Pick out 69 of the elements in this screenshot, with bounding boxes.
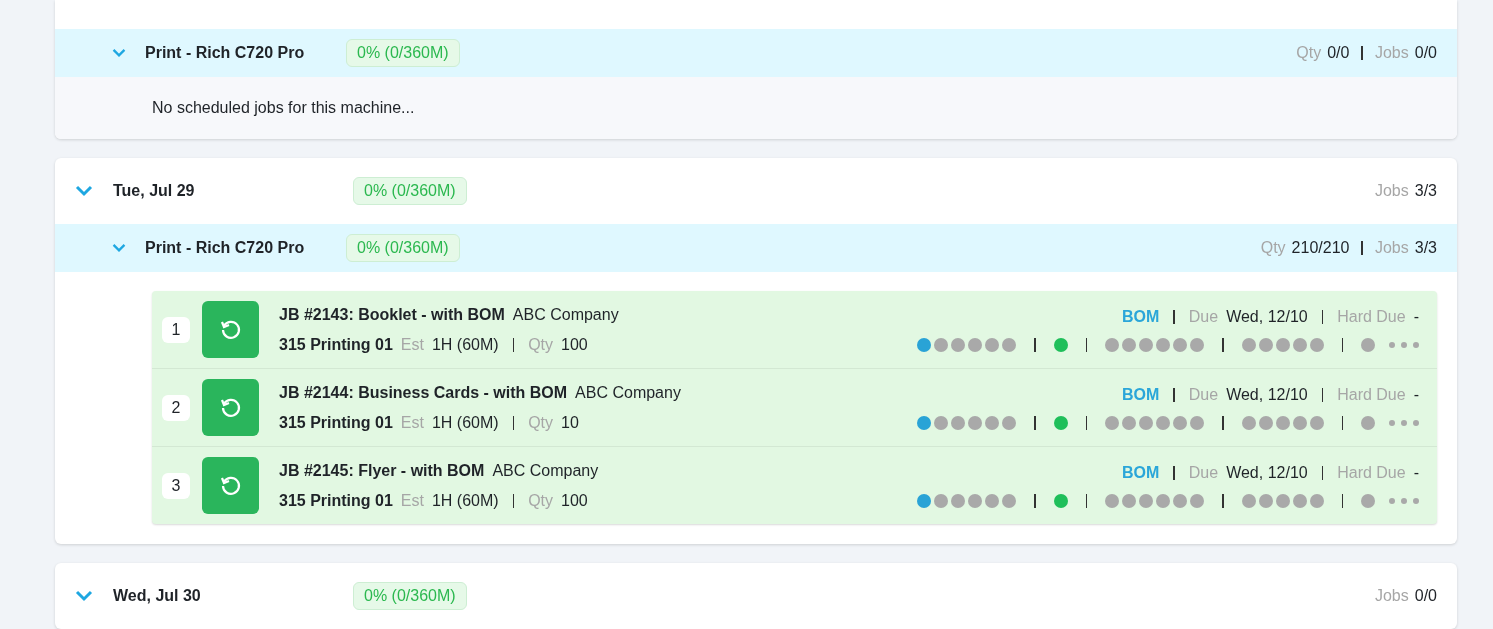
qty-value: 100 [561,335,588,354]
hard-due-value: - [1413,307,1419,326]
more-icon[interactable] [1389,341,1419,348]
qty-label: Qty [528,335,554,354]
jobs-label: Jobs [1374,587,1409,605]
company-name: ABC Company [512,305,619,324]
chevron-icon[interactable] [112,48,126,58]
est-value: 1H (60M) [431,335,499,354]
hard-due-label: Hard Due [1337,307,1406,326]
jobs-count: 3/3 [1414,239,1437,257]
more-icon[interactable] [1389,419,1419,426]
qty-count: 0/0 [1327,44,1350,62]
jobs-count: 0/0 [1414,587,1437,605]
qty-label: Qty [528,413,554,432]
machine-title: Print - Rich C720 Pro [145,239,306,257]
hard-due-label: Hard Due [1337,463,1406,482]
qty-value: 100 [561,491,588,510]
day-title: Tue, Jul 29 [113,182,196,200]
due-date: Wed, 12/10 [1226,307,1308,326]
utilization-badge: 0% (0/360M) [346,234,460,262]
machine-title: Print - Rich C720 Pro [145,44,306,62]
qty-label: Qty [1296,44,1322,62]
utilization-badge: 0% (0/360M) [346,39,460,67]
machine-name: 315 Printing 01 [279,413,393,432]
jobs-count: 3/3 [1414,182,1437,200]
hard-due-value: - [1413,463,1419,482]
jobs-count: 0/0 [1414,44,1437,62]
chevron-icon[interactable] [75,590,93,602]
jobs-label: Jobs [1374,182,1409,200]
due-date: Wed, 12/10 [1226,463,1308,482]
machine-name: 315 Printing 01 [279,491,393,510]
qty-value: 10 [561,413,579,432]
company-name: ABC Company [575,383,681,402]
job-title[interactable]: JB #2143: Booklet - with BOM [279,305,505,324]
est-value: 1H (60M) [431,491,499,510]
est-label: Est [400,335,424,354]
est-label: Est [400,491,424,510]
qty-label: Qty [1260,239,1286,257]
hard-due-label: Hard Due [1337,385,1406,404]
qty-count: 210/210 [1291,239,1350,257]
utilization-badge: 0% (0/360M) [353,582,467,610]
machine-row[interactable]: Print - Rich C720 Pro 0% (0/360M) Qty 210/210 Jobs 3/3 [55,224,1457,272]
empty-message: No scheduled jobs for this machine... [55,77,1457,139]
job-number: 2 [162,394,190,421]
refresh-icon[interactable] [202,457,259,514]
refresh-icon[interactable] [202,379,259,436]
refresh-icon[interactable] [202,301,259,358]
company-name: ABC Company [492,461,599,480]
chevron-icon[interactable] [112,243,126,253]
est-label: Est [400,413,424,432]
machine-row[interactable]: Print - Rich C720 Pro 0% (0/360M) Qty 0/0 Jobs 0/0 [55,29,1457,77]
job-number: 3 [162,472,190,499]
chevron-icon[interactable] [75,185,93,197]
jobs-label: Jobs [1374,44,1409,62]
due-label: Due [1188,385,1219,404]
jobs-label: Jobs [1374,239,1409,257]
qty-label: Qty [528,491,554,510]
day-title: Wed, Jul 30 [113,587,202,605]
due-label: Due [1188,307,1219,326]
due-label: Due [1188,463,1219,482]
more-icon[interactable] [1389,497,1419,504]
utilization-badge: 0% (0/360M) [353,177,467,205]
job-number: 1 [162,316,190,343]
machine-name: 315 Printing 01 [279,335,393,354]
est-value: 1H (60M) [431,413,499,432]
job-title[interactable]: JB #2144: Business Cards - with BOM [279,383,568,402]
hard-due-value: - [1413,385,1419,404]
job-title[interactable]: JB #2145: Flyer - with BOM [279,461,485,480]
due-date: Wed, 12/10 [1226,385,1308,404]
